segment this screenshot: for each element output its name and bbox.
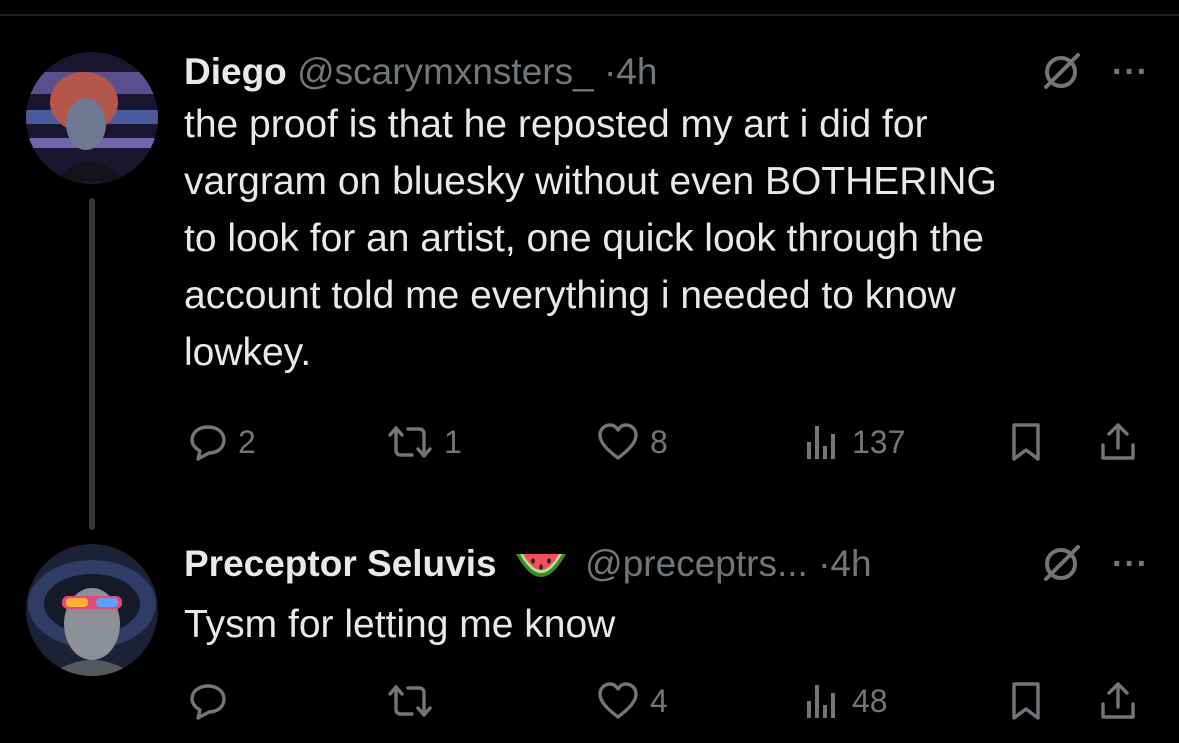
like-button[interactable]: 8	[596, 417, 668, 467]
grok-icon[interactable]	[1038, 49, 1084, 95]
tweet-header: Preceptor Seluvis @preceptrs... ·4h ···	[184, 540, 1149, 588]
display-name[interactable]: Diego	[184, 51, 287, 92]
repost-icon	[388, 685, 432, 717]
tweet-1-action-bar: 2 1 8 137	[184, 417, 1144, 467]
share-button[interactable]	[1098, 676, 1138, 726]
separator-dot: ·	[818, 543, 831, 584]
thread-connector-line	[89, 198, 95, 530]
timestamp[interactable]: 4h	[616, 51, 657, 92]
views-button[interactable]: 48	[802, 676, 888, 726]
like-button[interactable]: 4	[596, 676, 668, 726]
timestamp[interactable]: 4h	[830, 543, 871, 584]
repost-icon	[388, 426, 432, 458]
heart-icon	[598, 423, 638, 460]
bookmark-icon	[1012, 423, 1040, 461]
separator-dot: ·	[603, 51, 617, 92]
views-button[interactable]: 137	[802, 417, 905, 467]
more-options-icon[interactable]: ···	[1112, 547, 1149, 581]
avatar-preceptor-seluvis[interactable]	[26, 544, 158, 676]
handle[interactable]: @scarymxnsters_	[297, 51, 594, 92]
header-actions: ···	[1038, 48, 1149, 96]
like-count: 4	[650, 682, 668, 719]
bookmark-button[interactable]	[1006, 417, 1046, 467]
reply-button[interactable]	[188, 676, 238, 726]
watermelon-icon	[515, 554, 566, 578]
bookmark-button[interactable]	[1006, 676, 1046, 726]
like-count: 8	[650, 423, 668, 460]
view-count: 137	[852, 423, 906, 460]
tweet-header: Diego @scarymxnsters_ ·4h ···	[184, 48, 1149, 96]
repost-button[interactable]	[386, 676, 444, 726]
analytics-icon	[807, 685, 835, 718]
share-icon	[1101, 682, 1135, 719]
grok-icon[interactable]	[1038, 541, 1084, 587]
repost-button[interactable]: 1	[386, 417, 462, 467]
bookmark-icon	[1012, 682, 1040, 720]
heart-icon	[598, 682, 638, 719]
tweet-2-action-bar: 4 48	[184, 676, 1144, 726]
tweet-text: Tysm for letting me know	[184, 603, 616, 646]
reply-icon	[190, 425, 226, 461]
reply-count: 2	[238, 423, 256, 460]
display-name[interactable]: Preceptor Seluvis	[184, 543, 497, 584]
view-count: 48	[852, 682, 888, 719]
tweet-1[interactable]: Diego @scarymxnsters_ ·4h ··· the proof …	[184, 48, 1149, 381]
more-options-icon[interactable]: ···	[1112, 55, 1149, 89]
avatar-diego[interactable]	[26, 52, 158, 184]
handle[interactable]: @preceptrs...	[585, 543, 808, 584]
repost-count: 1	[444, 423, 462, 460]
share-button[interactable]	[1098, 417, 1138, 467]
reply-button[interactable]: 2	[188, 417, 256, 467]
reply-icon	[190, 684, 226, 720]
tweet-2[interactable]: Preceptor Seluvis @preceptrs... ·4h ··· …	[184, 540, 1149, 653]
tweet-text: the proof is that he reposted my art i d…	[184, 103, 997, 374]
top-divider	[0, 14, 1179, 16]
share-icon	[1101, 423, 1135, 460]
analytics-icon	[807, 426, 835, 459]
header-actions: ···	[1038, 540, 1149, 588]
